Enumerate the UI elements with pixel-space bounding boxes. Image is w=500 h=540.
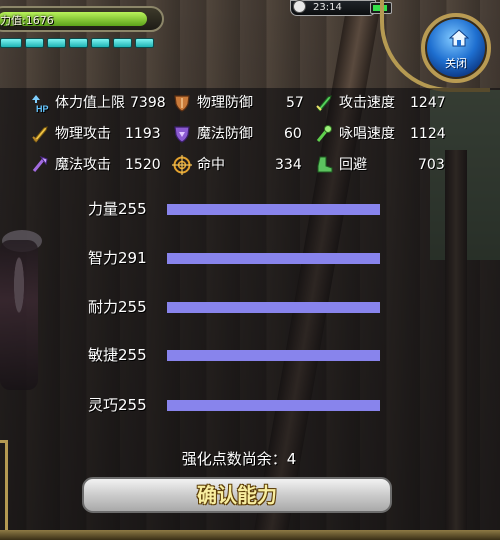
clock-icon [293, 0, 306, 13]
close-button[interactable]: 关闭 [421, 13, 491, 83]
mp-segment [25, 38, 44, 48]
stat-label: 回避 [339, 157, 367, 173]
hp-value-text: 力值:1676 [0, 14, 54, 27]
target-icon [172, 155, 192, 175]
remaining-points-value: 4 [286, 450, 297, 468]
remaining-points: 强化点数尚余：4 [0, 448, 478, 469]
home-icon [449, 29, 469, 47]
boot-icon [317, 156, 333, 173]
stat-value: 60 [284, 126, 302, 142]
clock-time: 23:14 [313, 2, 342, 13]
stat-value: 1193 [125, 126, 161, 142]
attribute-bar-fill [167, 350, 380, 361]
mp-gauge [0, 38, 154, 48]
mp-segment [0, 38, 22, 48]
attribute-bar[interactable] [167, 204, 380, 215]
stat-value: 703 [418, 157, 445, 173]
stat-label: 魔法防御 [197, 126, 253, 142]
svg-text:HP: HP [36, 104, 49, 113]
frame-bottom-border [0, 530, 500, 540]
attribute-row-dex[interactable]: 灵巧255 [88, 394, 388, 416]
mp-segment [69, 38, 88, 48]
stat-label: 咏唱速度 [339, 126, 395, 142]
sword-speed-icon [316, 95, 332, 112]
attribute-label: 敏捷255 [88, 346, 147, 364]
magic-attack-icon [32, 156, 48, 172]
mp-segment [47, 38, 66, 48]
attribute-label: 智力291 [88, 249, 147, 267]
sword-icon [32, 126, 48, 143]
stat-value: 1124 [410, 126, 446, 142]
attribute-row-int[interactable]: 智力291 [88, 247, 388, 269]
attribute-bar-fill [167, 204, 380, 215]
attribute-bar[interactable] [167, 350, 380, 361]
stat-label: 物理防御 [197, 95, 253, 111]
stat-value: 1520 [125, 157, 161, 173]
attribute-bar-fill [167, 400, 380, 411]
magic-shield-icon [174, 126, 190, 143]
mp-segment [135, 38, 154, 48]
stat-label: 魔法攻击 [55, 157, 111, 173]
hp-up-icon: HP [32, 95, 49, 113]
attribute-bar[interactable] [167, 253, 380, 264]
attribute-bar-fill [167, 253, 380, 264]
shield-icon [174, 95, 190, 112]
attribute-bar[interactable] [167, 400, 380, 411]
wand-speed-icon [316, 125, 332, 142]
stat-value: 57 [286, 95, 304, 111]
stat-label: 攻击速度 [339, 95, 395, 111]
attribute-row-str[interactable]: 力量255 [88, 198, 388, 220]
attribute-row-agi[interactable]: 敏捷255 [88, 344, 388, 366]
confirm-stats-button[interactable]: 确认能力 [82, 477, 392, 513]
stat-label: 物理攻击 [55, 126, 111, 142]
confirm-stats-label: 确认能力 [197, 483, 277, 507]
clock-widget: 23:14 [290, 0, 376, 16]
stat-value: 334 [275, 157, 302, 173]
attribute-bar-fill [167, 302, 380, 313]
attribute-row-vit[interactable]: 耐力255 [88, 296, 388, 318]
stat-value: 1247 [410, 95, 446, 111]
attribute-label: 灵巧255 [88, 396, 147, 414]
mp-segment [91, 38, 110, 48]
stat-label: 体力值上限 [55, 95, 125, 111]
stat-value: 7398 [130, 95, 166, 111]
attribute-label: 力量255 [88, 200, 147, 218]
mp-segment [113, 38, 132, 48]
remaining-points-label: 强化点数尚余： [181, 450, 287, 468]
attribute-bar[interactable] [167, 302, 380, 313]
attribute-label: 耐力255 [88, 298, 147, 316]
close-label: 关闭 [445, 57, 467, 70]
top-hud: 力值:1676 23:14 关闭 [0, 0, 500, 92]
stat-label: 命中 [197, 157, 225, 173]
